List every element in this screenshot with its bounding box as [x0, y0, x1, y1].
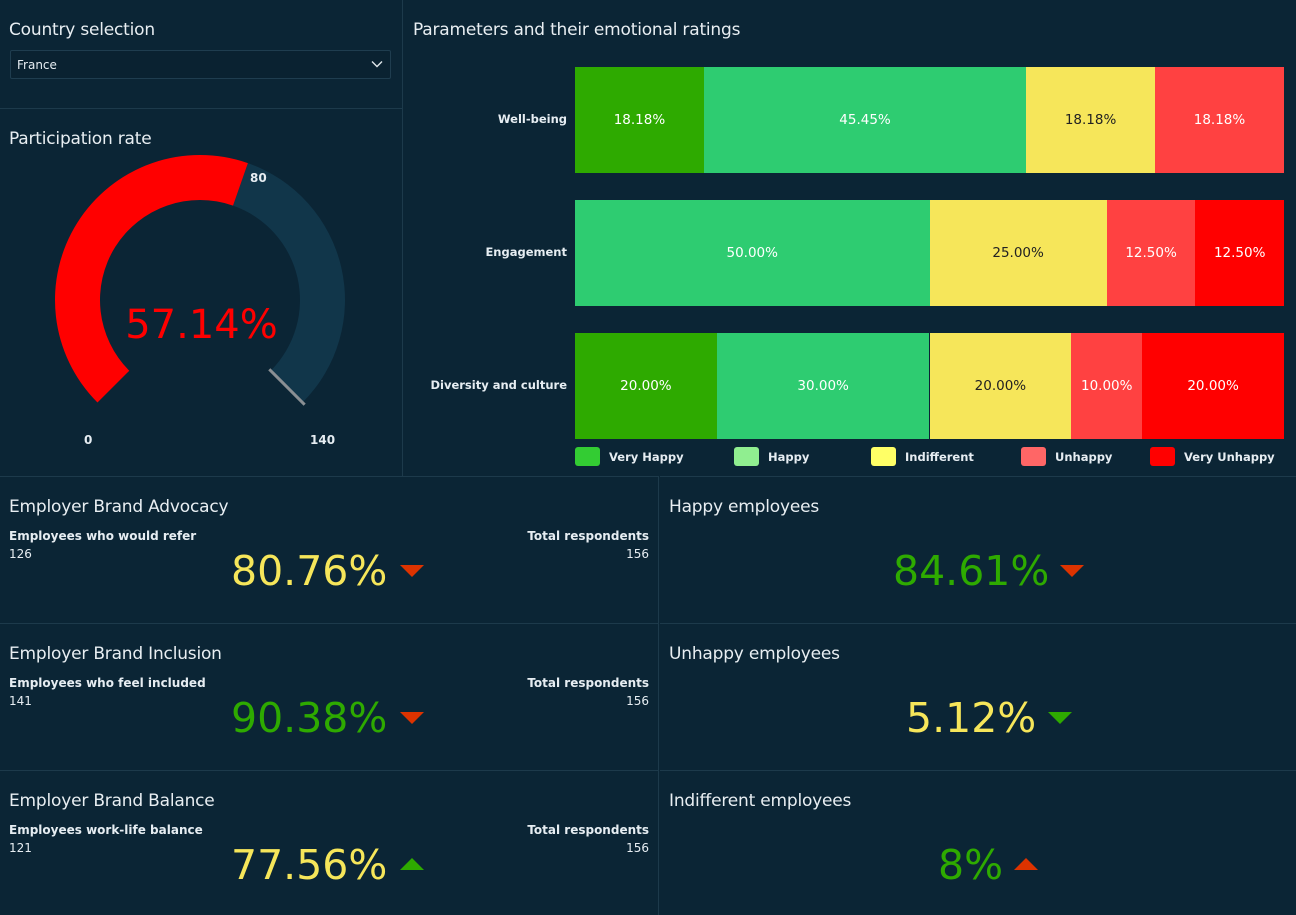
- kpi-right-label: Total respondents: [527, 823, 649, 837]
- legend-item[interactable]: Very Happy: [575, 447, 684, 466]
- trend-up-icon: [1014, 858, 1038, 870]
- legend-label: Happy: [768, 449, 810, 464]
- gauge-track: [233, 163, 346, 403]
- legend-swatch: [575, 447, 600, 466]
- bar-segment-very-happy[interactable]: 20.00%: [575, 333, 717, 439]
- kpi-title: Employer Brand Advocacy: [9, 497, 229, 517]
- bar-segment-indifferent[interactable]: 25.00%: [929, 200, 1107, 306]
- kpi-left-value: 121: [9, 841, 32, 855]
- category-label: Well-being: [497, 112, 567, 126]
- trend-down-icon: [1060, 565, 1084, 577]
- kpi-value: 80.76%: [231, 547, 388, 595]
- participation-rate-title: Participation rate: [9, 129, 152, 149]
- bar-segment-very-unhappy[interactable]: 12.50%: [1195, 200, 1284, 306]
- kpi-title: Happy employees: [669, 497, 820, 517]
- category-label: Diversity and culture: [430, 378, 567, 392]
- gauge-target-label: 80: [250, 171, 267, 185]
- kpi-title: Indifferent employees: [669, 791, 852, 811]
- kpi-value: 8%: [938, 841, 1004, 889]
- legend-label: Very Unhappy: [1184, 449, 1275, 464]
- bar-segment-happy[interactable]: 50.00%: [575, 200, 930, 306]
- bar-segment-unhappy[interactable]: 10.00%: [1071, 333, 1143, 439]
- bar-segment-very-unhappy[interactable]: 20.00%: [1142, 333, 1284, 439]
- country-dropdown-value: France: [17, 58, 57, 72]
- participation-gauge: [54, 154, 346, 406]
- bar-segment-very-happy[interactable]: 18.18%: [575, 67, 704, 173]
- trend-down-icon: [1048, 712, 1072, 724]
- kpi-card-advocacy: Employer Brand Advocacy Employees who wo…: [0, 476, 659, 623]
- legend-swatch: [1150, 447, 1175, 466]
- legend-item[interactable]: Very Unhappy: [1150, 447, 1275, 466]
- trend-up-icon: [400, 858, 424, 870]
- legend-swatch: [734, 447, 759, 466]
- kpi-left-value: 126: [9, 547, 32, 561]
- emotional-ratings-chart: Well-being 18.18% 45.45% 18.18% 18.18% Engage…: [404, 0, 1296, 476]
- gauge-max-label: 140: [310, 433, 336, 447]
- country-selection-title: Country selection: [9, 20, 155, 40]
- bar-segment-unhappy[interactable]: 12.50%: [1106, 200, 1196, 306]
- kpi-value: 5.12%: [906, 694, 1037, 742]
- kpi-right-value: 156: [626, 694, 649, 708]
- legend-label: Indifferent: [905, 449, 974, 464]
- legend-item[interactable]: Unhappy: [1021, 447, 1112, 466]
- kpi-title: Employer Brand Balance: [9, 791, 215, 811]
- bar-segment-happy[interactable]: 45.45%: [703, 67, 1027, 173]
- kpi-right-value: 156: [626, 547, 649, 561]
- bar-segment-unhappy[interactable]: 18.18%: [1155, 67, 1284, 173]
- kpi-left-label: Employees work-life balance: [9, 823, 203, 837]
- kpi-card-balance: Employer Brand Balance Employees work-li…: [0, 770, 659, 915]
- country-selection-panel: Country selection France: [0, 0, 403, 109]
- kpi-right-label: Total respondents: [527, 529, 649, 543]
- gauge-value: 57.14%: [125, 302, 278, 348]
- kpi-card-unhappy: Unhappy employees 5.12%: [660, 623, 1296, 770]
- gauge-fill: [54, 154, 248, 403]
- gauge-min-label: 0: [84, 433, 93, 447]
- country-dropdown[interactable]: France: [10, 50, 391, 79]
- participation-rate-panel: Participation rate 57.14% 0 80 140: [0, 109, 403, 476]
- legend-label: Very Happy: [609, 449, 684, 464]
- bar-segment-happy[interactable]: 30.00%: [716, 333, 930, 439]
- kpi-card-indifferent: Indifferent employees 8%: [660, 770, 1296, 915]
- legend-swatch: [871, 447, 896, 466]
- trend-down-icon: [400, 565, 424, 577]
- kpi-value: 90.38%: [231, 694, 388, 742]
- kpi-left-label: Employees who feel included: [9, 676, 206, 690]
- legend-item[interactable]: Happy: [734, 447, 809, 466]
- kpi-left-value: 141: [9, 694, 32, 708]
- kpi-value: 77.56%: [231, 841, 388, 889]
- kpi-right-value: 156: [626, 841, 649, 855]
- bar-segment-indifferent[interactable]: 18.18%: [1026, 67, 1156, 173]
- legend-swatch: [1021, 447, 1046, 466]
- kpi-left-label: Employees who would refer: [9, 529, 197, 543]
- chevron-down-icon: [371, 61, 383, 68]
- kpi-card-happy: Happy employees 84.61%: [660, 476, 1296, 623]
- kpi-title: Unhappy employees: [669, 644, 840, 664]
- emotional-ratings-panel: Parameters and their emotional ratings W…: [404, 0, 1296, 476]
- legend-item[interactable]: Indifferent: [871, 447, 974, 466]
- kpi-card-inclusion: Employer Brand Inclusion Employees who f…: [0, 623, 659, 770]
- trend-down-icon: [400, 712, 424, 724]
- kpi-right-label: Total respondents: [527, 676, 649, 690]
- bar-segment-indifferent[interactable]: 20.00%: [929, 333, 1072, 439]
- kpi-title: Employer Brand Inclusion: [9, 644, 222, 664]
- legend-label: Unhappy: [1055, 449, 1113, 464]
- category-label: Engagement: [485, 245, 567, 259]
- kpi-value: 84.61%: [893, 547, 1050, 595]
